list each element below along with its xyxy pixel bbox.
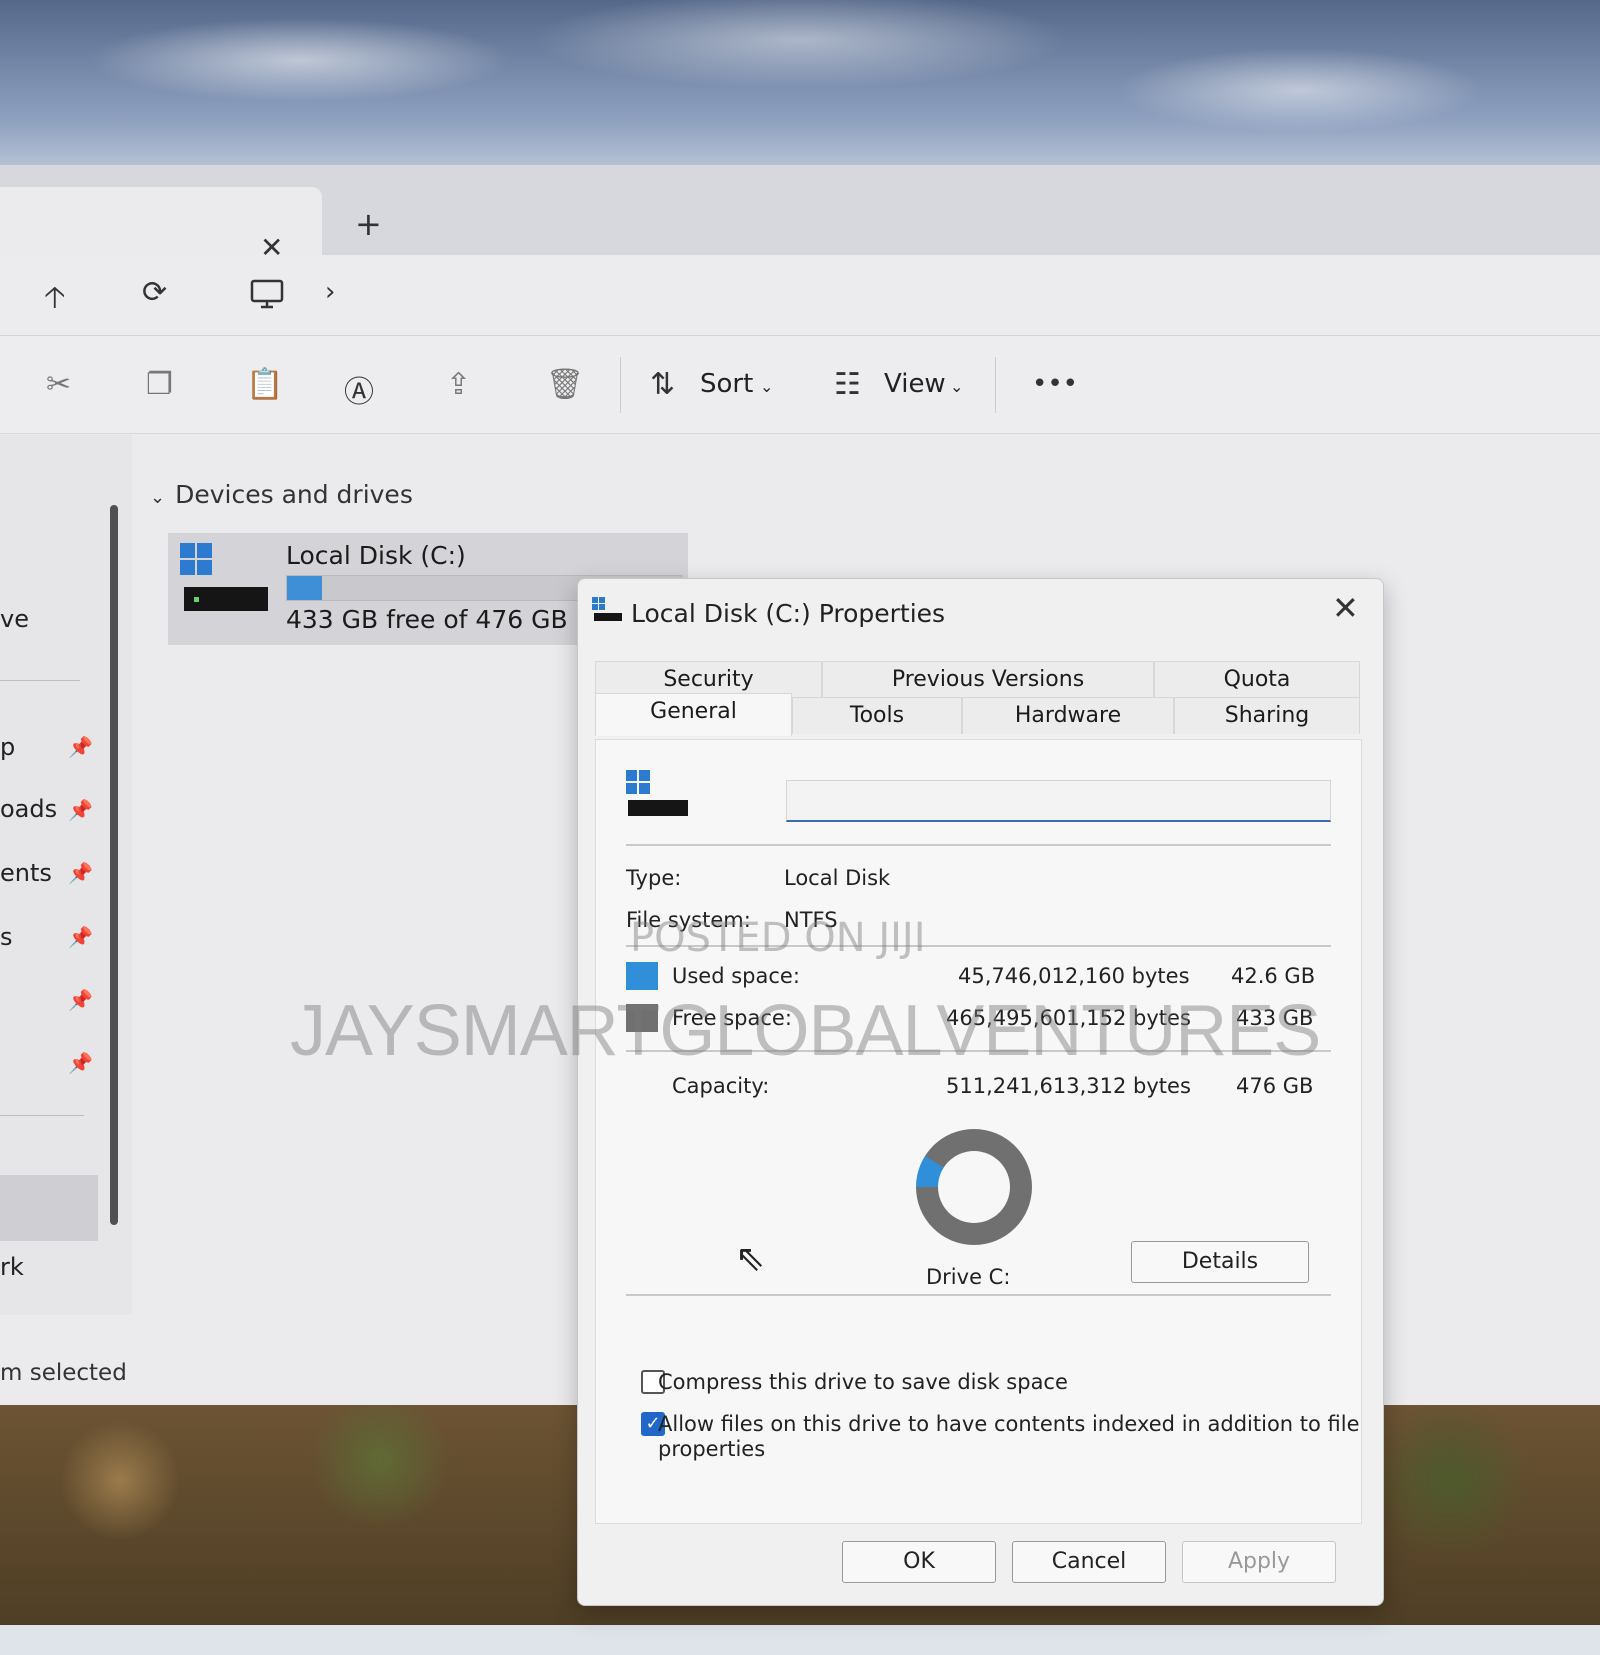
drive-usage-fill	[287, 576, 323, 600]
divider	[626, 1050, 1331, 1052]
drive-free-text: 433 GB free of 476 GB	[286, 605, 568, 634]
ok-button[interactable]: OK	[842, 1541, 996, 1583]
tab-sharing[interactable]: Sharing	[1174, 697, 1360, 734]
compress-label: Compress this drive to save disk space	[658, 1370, 1068, 1394]
view-chevron-icon[interactable]: ⌄	[950, 377, 963, 396]
drive-icon-large	[626, 770, 688, 816]
toolbar-divider	[620, 357, 621, 413]
sort-icon[interactable]: ⇅	[650, 367, 675, 402]
file-system-value: NTFS	[784, 908, 838, 932]
divider	[626, 844, 1331, 846]
index-label-continued: properties	[658, 1437, 766, 1461]
tab-row-back: Security Previous Versions Quota	[595, 661, 1360, 698]
divider	[626, 945, 1331, 947]
view-icon[interactable]: ☷	[834, 367, 861, 402]
pin-icon: 📌	[68, 735, 93, 759]
this-pc-icon	[250, 279, 284, 309]
free-space-swatch	[626, 1004, 658, 1032]
divider	[626, 1294, 1331, 1296]
sidebar-item[interactable]: oads	[0, 795, 57, 823]
cut-icon[interactable]: ✂	[46, 367, 71, 402]
tab-hardware[interactable]: Hardware	[962, 697, 1174, 734]
toolbar-divider	[995, 357, 996, 413]
properties-dialog: Local Disk (C:) Properties ✕ Security Pr…	[577, 578, 1384, 1606]
pin-icon: 📌	[68, 1051, 93, 1075]
type-value: Local Disk	[784, 866, 891, 890]
tab-previous-versions[interactable]: Previous Versions	[822, 661, 1154, 698]
command-bar: ✂ ❐ 📋 Ⓐ ⇪ 🗑 ⇅ Sort ⌄ ☷ View ⌄ •••	[0, 337, 1600, 434]
drive-name-input[interactable]	[786, 780, 1331, 822]
navigation-bar: 🡡 ⟳ ›	[0, 257, 1600, 336]
view-button[interactable]: View	[884, 369, 946, 399]
breadcrumb-chevron-icon[interactable]: ›	[325, 277, 335, 307]
apply-button[interactable]: Apply	[1182, 1541, 1336, 1583]
sidebar-item[interactable]: ve	[0, 605, 29, 633]
sidebar-item[interactable]: p	[0, 733, 15, 761]
used-space-swatch	[626, 962, 658, 990]
address-bar[interactable]: ›	[230, 265, 1580, 325]
delete-icon[interactable]: 🗑	[546, 367, 584, 402]
index-label: Allow files on this drive to have conten…	[658, 1412, 1360, 1436]
donut-hole	[938, 1151, 1010, 1223]
section-header-label: Devices and drives	[175, 480, 413, 509]
desktop-wallpaper-sky	[0, 0, 1600, 170]
capacity-gb: 476 GB	[1236, 1074, 1314, 1098]
up-arrow-icon[interactable]: 🡡	[44, 275, 66, 326]
pin-icon: 📌	[68, 798, 93, 822]
tab-quota[interactable]: Quota	[1154, 661, 1360, 698]
details-button[interactable]: Details	[1131, 1241, 1309, 1283]
sidebar-scrollbar[interactable]	[110, 505, 118, 1225]
free-space-bytes: 465,495,601,152 bytes	[946, 1006, 1191, 1030]
type-label: Type:	[626, 866, 682, 890]
copy-icon[interactable]: ❐	[146, 367, 173, 402]
refresh-icon[interactable]: ⟳	[142, 275, 167, 310]
capacity-bytes: 511,241,613,312 bytes	[946, 1074, 1191, 1098]
sort-chevron-icon[interactable]: ⌄	[760, 377, 773, 396]
sidebar-item[interactable]: s	[0, 923, 13, 951]
paste-icon[interactable]: 📋	[246, 367, 283, 402]
used-space-bytes: 45,746,012,160 bytes	[958, 964, 1190, 988]
pin-icon: 📌	[68, 861, 93, 885]
sidebar-item[interactable]: ents	[0, 859, 52, 887]
sort-button[interactable]: Sort	[700, 369, 753, 399]
rename-icon[interactable]: Ⓐ	[344, 367, 374, 411]
file-system-label: File system:	[626, 908, 751, 932]
used-space-label: Used space:	[672, 964, 800, 988]
close-icon[interactable]: ✕	[1332, 589, 1359, 627]
capacity-label: Capacity:	[672, 1074, 770, 1098]
status-bar-text: m selected	[0, 1360, 127, 1386]
dialog-title: Local Disk (C:) Properties	[631, 599, 946, 628]
sidebar-divider	[0, 680, 80, 681]
chevron-down-icon: ⌄	[150, 487, 166, 508]
free-space-label: Free space:	[672, 1006, 792, 1030]
section-header[interactable]: ⌄ Devices and drives	[150, 480, 413, 509]
drive-caption: Drive C:	[926, 1265, 1011, 1289]
cancel-button[interactable]: Cancel	[1012, 1541, 1166, 1583]
tab-general[interactable]: General	[595, 693, 792, 736]
sidebar-item[interactable]: rk	[0, 1253, 24, 1281]
taskbar[interactable]	[0, 1625, 1600, 1655]
share-icon[interactable]: ⇪	[446, 367, 471, 402]
drive-icon	[592, 597, 622, 621]
sidebar-item-selected[interactable]	[0, 1175, 98, 1241]
mouse-cursor-icon: ⇖	[735, 1238, 766, 1279]
pin-icon: 📌	[68, 925, 93, 949]
free-space-gb: 433 GB	[1236, 1006, 1314, 1030]
tab-tools[interactable]: Tools	[792, 697, 962, 734]
tab-strip: ✕ +	[0, 165, 1600, 264]
new-tab-icon[interactable]: +	[355, 205, 382, 243]
drive-label: Local Disk (C:)	[286, 541, 466, 570]
sidebar-divider	[0, 1115, 84, 1116]
pin-icon: 📌	[68, 988, 93, 1012]
disk-usage-donut-chart	[916, 1129, 1032, 1245]
tab-row-front: General Tools Hardware Sharing	[595, 693, 1360, 736]
explorer-tab[interactable]: ✕	[0, 187, 322, 264]
more-options-icon[interactable]: •••	[1032, 369, 1078, 399]
used-space-gb: 42.6 GB	[1231, 964, 1316, 988]
windows-drive-icon	[180, 543, 268, 611]
general-tab-panel: Type: Local Disk File system: NTFS Used …	[595, 739, 1362, 1524]
